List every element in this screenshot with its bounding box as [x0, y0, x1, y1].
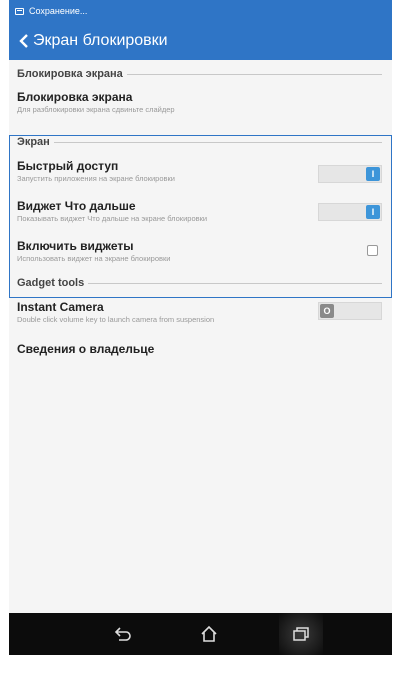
whats-next-toggle[interactable]: I	[318, 203, 382, 221]
toggle-knob: I	[366, 205, 380, 219]
section-lock-screen-label: Блокировка экрана	[17, 68, 123, 80]
page-title: Экран блокировки	[33, 32, 168, 49]
toggle-knob: I	[366, 167, 380, 181]
section-screen: Экран	[9, 134, 392, 150]
whats-next-widget-setting[interactable]: Виджет Что дальше Показывать виджет Что …	[9, 199, 392, 239]
section-gadget-tools: Gadget tools	[9, 275, 392, 291]
toggle-knob: O	[320, 304, 334, 318]
navigation-bar	[9, 613, 392, 655]
quick-access-setting[interactable]: Быстрый доступ Запустить приложения на э…	[9, 159, 392, 199]
recent-apps-icon[interactable]	[279, 613, 323, 655]
lock-screen-subtitle: Для разблокировки экрана сдвиньте слайде…	[17, 105, 175, 114]
enable-widgets-setting[interactable]: Включить виджеты Использовать виджет на …	[9, 239, 392, 279]
status-text: Сохранение...	[29, 6, 88, 16]
enable-widgets-title: Включить виджеты	[17, 239, 134, 253]
enable-widgets-checkbox[interactable]	[367, 245, 378, 256]
lock-screen-title: Блокировка экрана	[17, 90, 133, 104]
section-gadget-tools-label: Gadget tools	[17, 277, 85, 289]
owner-info-title: Сведения о владельце	[17, 342, 155, 356]
section-divider	[53, 141, 382, 143]
section-divider	[126, 73, 382, 75]
back-icon[interactable]	[107, 618, 139, 650]
status-bar: Сохранение...	[9, 0, 392, 22]
instant-camera-setting[interactable]: Instant Camera Double click volume key t…	[9, 300, 392, 340]
enable-widgets-subtitle: Использовать виджет на экране блокировки	[17, 254, 171, 263]
section-screen-label: Экран	[17, 136, 50, 148]
app-bar: Экран блокировки	[9, 22, 392, 60]
instant-camera-toggle[interactable]: O	[318, 302, 382, 320]
section-divider	[88, 282, 382, 284]
notification-icon	[15, 7, 24, 15]
owner-info-setting[interactable]: Сведения о владельце	[9, 340, 392, 362]
back-arrow-icon[interactable]	[17, 32, 31, 50]
home-icon[interactable]	[193, 618, 225, 650]
quick-access-toggle[interactable]: I	[318, 165, 382, 183]
lock-screen-setting[interactable]: Блокировка экрана Для разблокировки экра…	[9, 90, 392, 128]
section-lock-screen: Блокировка экрана	[9, 66, 392, 82]
android-screen: Сохранение... Экран блокировки Блокировк…	[9, 0, 392, 655]
